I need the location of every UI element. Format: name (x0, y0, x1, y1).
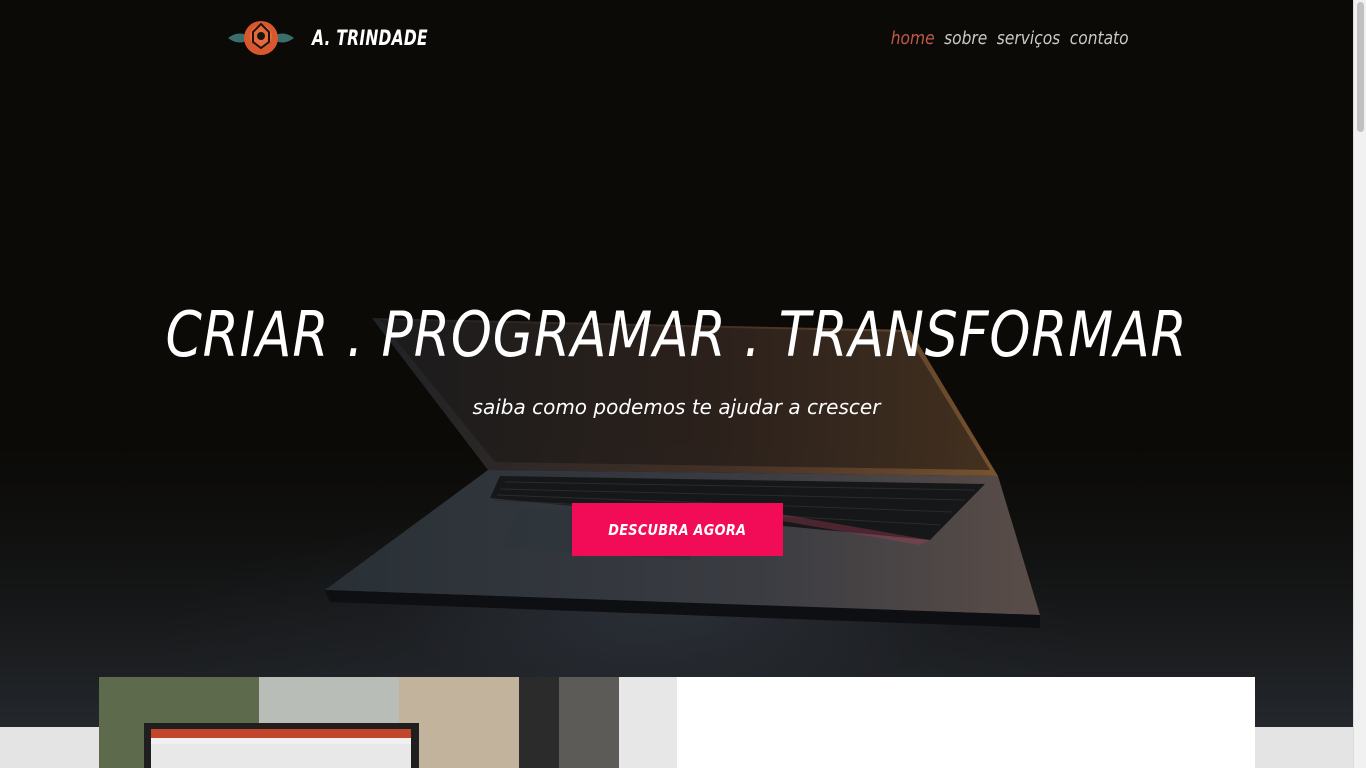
nav-link-servicos[interactable]: serviços (997, 28, 1060, 49)
scrollbar-thumb[interactable] (1357, 2, 1364, 132)
feature-text-card (677, 677, 1255, 768)
site-header: A. TRINDADE home sobre serviços contato (0, 0, 1353, 80)
nav-link-home[interactable]: home (891, 28, 935, 49)
discover-now-button[interactable]: DESCUBRA AGORA (572, 503, 783, 556)
feature-image-card (99, 677, 677, 768)
page: A. TRINDADE home sobre serviços contato … (0, 0, 1353, 768)
rose-logo-icon[interactable] (226, 14, 296, 60)
discover-now-label: DESCUBRA AGORA (608, 520, 747, 539)
hero-subline: saiba como podemos te ajudar a crescer (472, 395, 881, 419)
main-nav: home sobre serviços contato (891, 28, 1129, 49)
hero-section: A. TRINDADE home sobre serviços contato … (0, 0, 1353, 727)
nav-link-contato[interactable]: contato (1070, 28, 1129, 49)
page-scrollbar[interactable] (1353, 0, 1366, 768)
brand-name[interactable]: A. TRINDADE (312, 26, 428, 50)
hero-headline: CRIAR . PROGRAMAR . TRANSFORMAR (165, 298, 1188, 371)
laptop-photo-image (99, 677, 677, 768)
nav-link-sobre[interactable]: sobre (944, 28, 987, 49)
